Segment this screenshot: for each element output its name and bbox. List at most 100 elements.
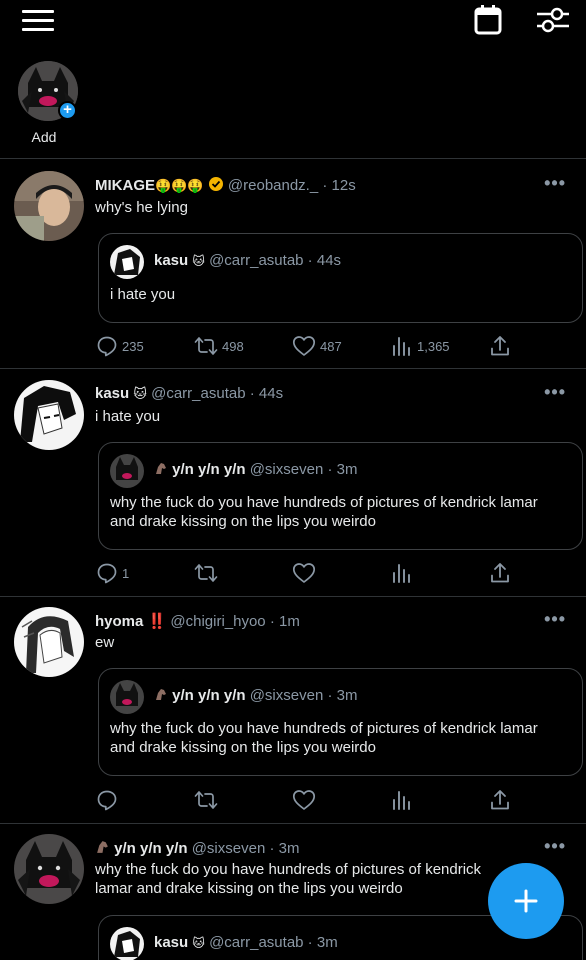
tweet-text: i hate you — [95, 408, 161, 425]
user-handle[interactable]: @carr_asutab — [151, 385, 245, 402]
horse-emoji-icon — [156, 689, 166, 700]
reply-button[interactable] — [96, 788, 118, 812]
hamburger-menu-icon[interactable] — [22, 10, 54, 32]
name-emojis: 🤑🤑🤑 — [155, 178, 204, 193]
tweet-text: why the fuck do you have hundreds of pic… — [95, 861, 482, 897]
user-handle: @sixseven — [249, 687, 324, 704]
compose-tweet-button[interactable] — [488, 863, 564, 939]
display-name[interactable]: y/n y/n y/n — [114, 840, 187, 857]
tweet-actions: 1 — [96, 561, 516, 585]
tweet[interactable]: hyoma ‼️ @chigiri_hyoo · 1m ••• ew y/n y… — [0, 598, 586, 824]
avatar — [110, 680, 144, 714]
like-button[interactable] — [292, 561, 316, 585]
view-count: 1,365 — [417, 338, 450, 354]
add-fleet-button[interactable]: + — [58, 101, 77, 120]
tweet-text: why's he lying — [95, 199, 188, 216]
tweet[interactable]: MIKAGE🤑🤑🤑 @reobandz._ · 12s ••• why's he… — [0, 160, 586, 369]
avatar[interactable] — [14, 834, 84, 904]
avatar[interactable] — [14, 380, 84, 450]
anime-avatar-image — [110, 245, 144, 279]
retweet-button[interactable]: 498 — [194, 334, 244, 358]
tweet-actions — [96, 788, 516, 812]
retweet-icon — [194, 337, 218, 355]
share-button[interactable] — [489, 334, 511, 358]
views-icon — [393, 337, 410, 356]
tweet-header: hyoma ‼️ @chigiri_hyoo · 1m — [95, 613, 300, 630]
verified-badge-icon — [208, 177, 223, 191]
like-button[interactable] — [292, 788, 316, 812]
like-count: 487 — [320, 338, 342, 354]
fleets-bar: + Add — [0, 44, 586, 159]
reply-count: 1 — [122, 565, 130, 581]
user-handle[interactable]: @reobandz._ — [228, 177, 318, 194]
calendar-icon[interactable] — [474, 5, 502, 35]
person-photo-avatar — [14, 171, 84, 241]
share-button[interactable] — [489, 788, 511, 812]
tweet-header: y/n y/n y/n @sixseven · 3m — [95, 839, 526, 859]
timestamp: 44s — [316, 252, 342, 269]
display-name: kasu — [154, 934, 189, 951]
user-handle[interactable]: @sixseven — [192, 840, 266, 857]
more-options-icon[interactable]: ••• — [544, 382, 566, 403]
avatar — [110, 454, 144, 488]
user-handle: @sixseven — [249, 461, 324, 478]
timestamp: 3m — [336, 461, 358, 478]
retweet-button[interactable] — [194, 788, 218, 812]
like-button[interactable]: 487 — [292, 334, 342, 358]
plus-icon — [514, 889, 538, 913]
reply-button[interactable]: 1 — [96, 561, 129, 585]
views-button[interactable]: 1,365 — [391, 334, 450, 358]
display-name: y/n y/n y/n — [172, 461, 246, 478]
reply-icon — [97, 790, 117, 811]
timestamp: 3m — [316, 934, 338, 951]
tweet-header: kasu 🐱 @carr_asutab · 44s — [95, 385, 284, 402]
sliders-icon[interactable] — [537, 6, 569, 34]
anime-avatar-image — [110, 927, 144, 960]
user-handle: @carr_asutab — [209, 934, 304, 951]
add-fleet-label: Add — [31, 129, 57, 145]
reply-icon — [97, 563, 117, 584]
views-button[interactable] — [391, 561, 413, 585]
timestamp[interactable]: 1m — [279, 613, 300, 630]
reply-button[interactable]: 235 — [96, 334, 144, 358]
quoted-tweet[interactable]: y/n y/n y/n @sixseven · 3m why the fuck … — [98, 442, 583, 550]
user-handle: @carr_asutab — [209, 252, 304, 269]
quoted-tweet-header: y/n y/n y/n @sixseven · 3m — [154, 461, 357, 478]
more-options-icon[interactable]: ••• — [544, 609, 566, 630]
timestamp[interactable]: 12s — [332, 177, 356, 194]
display-name[interactable]: hyoma ‼️ — [95, 613, 166, 630]
timestamp[interactable]: 44s — [259, 385, 283, 402]
views-button[interactable] — [391, 788, 413, 812]
avatar[interactable] — [14, 607, 84, 677]
display-name[interactable]: kasu — [95, 385, 129, 402]
retweet-count: 498 — [222, 338, 244, 354]
quoted-tweet-text: why the fuck do you have hundreds of pic… — [110, 494, 538, 530]
heart-icon — [292, 336, 316, 356]
display-name[interactable]: MIKAGE — [95, 177, 155, 194]
heart-icon — [292, 563, 316, 583]
display-name: kasu — [154, 252, 189, 269]
tweet-header: MIKAGE🤑🤑🤑 @reobandz._ · 12s — [95, 177, 356, 194]
cat-avatar-image — [110, 680, 144, 714]
quoted-tweet[interactable]: kasu 🐱 @carr_asutab · 44s i hate you — [98, 233, 583, 323]
retweet-button[interactable] — [194, 561, 218, 585]
quoted-tweet[interactable]: y/n y/n y/n @sixseven · 3m why the fuck … — [98, 668, 583, 776]
horse-emoji-icon — [97, 841, 108, 853]
cat-avatar-image — [110, 454, 144, 488]
avatar — [110, 927, 144, 960]
more-options-icon[interactable]: ••• — [544, 836, 566, 857]
quoted-tweet-header: kasu 🐱 @carr_asutab · 3m — [154, 934, 338, 951]
more-options-icon[interactable]: ••• — [544, 173, 566, 194]
quoted-tweet-text: i hate you — [110, 286, 176, 303]
tweet-text: ew — [95, 634, 115, 651]
tweet[interactable]: kasu 🐱 @carr_asutab · 44s ••• i hate you… — [0, 370, 586, 597]
cat-avatar-image — [14, 834, 84, 904]
name-emoji: 🐱 — [192, 936, 205, 950]
share-button[interactable] — [489, 561, 511, 585]
retweet-icon — [194, 564, 218, 582]
name-emoji: 🐱 — [192, 254, 205, 268]
avatar[interactable] — [14, 171, 84, 241]
timestamp[interactable]: 3m — [279, 840, 300, 857]
views-icon — [393, 564, 410, 583]
user-handle[interactable]: @chigiri_hyoo — [170, 613, 265, 630]
